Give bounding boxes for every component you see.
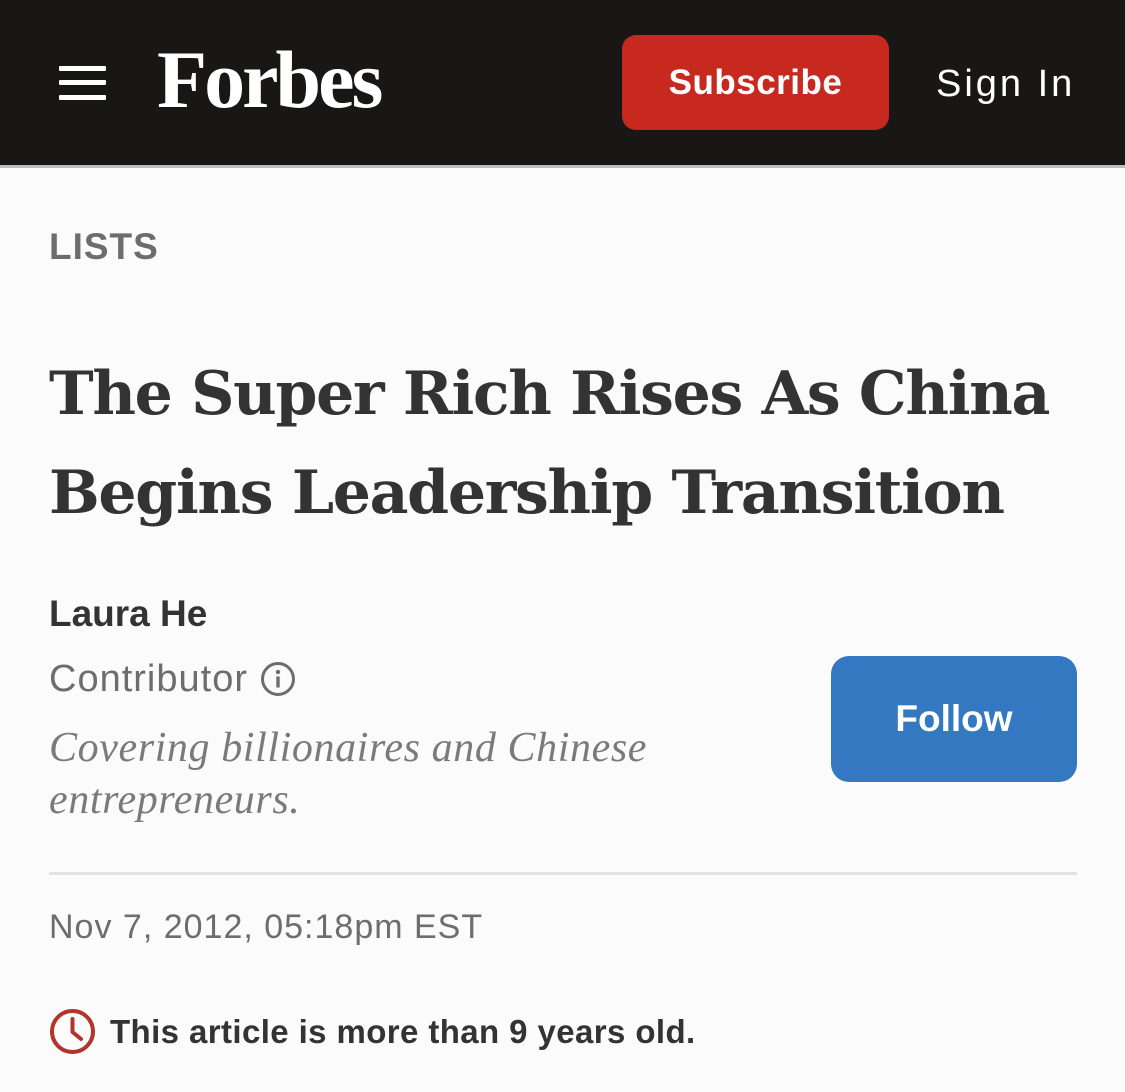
header-divider <box>0 165 1125 168</box>
clock-icon <box>50 1009 95 1054</box>
article-category[interactable]: LISTS <box>49 224 159 270</box>
author-role: Contributor <box>49 656 296 702</box>
author-bio: Covering billionaires and Chinese entrep… <box>49 722 739 826</box>
info-icon[interactable] <box>260 661 296 697</box>
subscribe-button[interactable]: Subscribe <box>622 35 889 130</box>
publish-timestamp: Nov 7, 2012, 05:18pm EST <box>49 908 484 946</box>
sign-in-link[interactable]: Sign In <box>936 60 1075 108</box>
author-bio-line-2: entrepreneurs. <box>49 777 301 823</box>
hamburger-menu-icon[interactable] <box>59 66 106 100</box>
age-notice-text: This article is more than 9 years old. <box>110 1012 696 1050</box>
headline-line-2: Begins Leadership Transition <box>49 458 1005 528</box>
author-role-label: Contributor <box>49 658 248 700</box>
follow-button[interactable]: Follow <box>831 656 1077 782</box>
top-navigation-bar: Forbes Subscribe Sign In <box>0 0 1125 165</box>
article-headline: The Super Rich Rises As China Begins Lea… <box>49 345 1059 543</box>
headline-line-1: The Super Rich Rises As China <box>49 359 1050 429</box>
byline-divider <box>49 872 1077 875</box>
author-bio-line-1: Covering billionaires and Chinese <box>49 725 648 771</box>
forbes-logo[interactable]: Forbes <box>157 30 383 130</box>
author-name[interactable]: Laura He <box>49 592 207 636</box>
article-age-notice: This article is more than 9 years old. <box>49 1008 696 1055</box>
